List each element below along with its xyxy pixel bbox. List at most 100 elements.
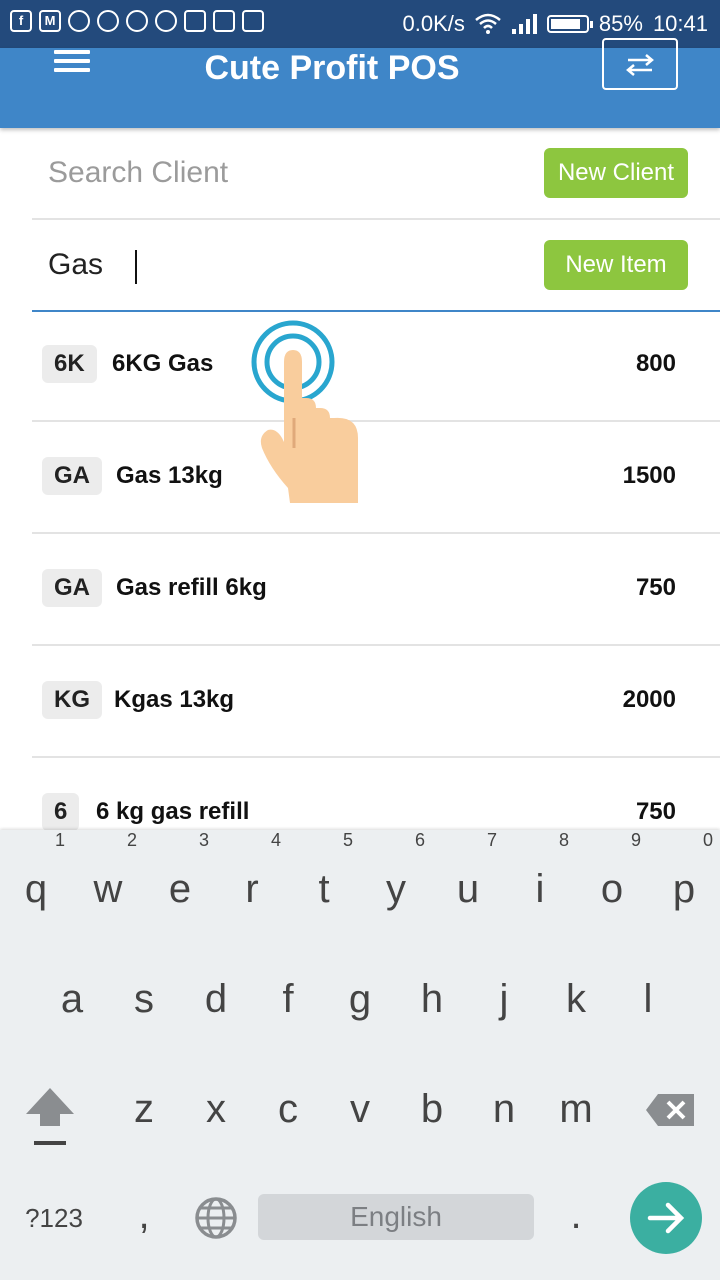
key-label: c xyxy=(278,1087,298,1131)
key-number-hint: 4 xyxy=(270,830,281,850)
wifi-icon xyxy=(475,13,501,34)
key-i[interactable]: i8 xyxy=(504,830,576,914)
comma-key[interactable]: , xyxy=(108,1190,180,1240)
key-l[interactable]: l xyxy=(612,974,684,1024)
key-label: n xyxy=(492,1087,516,1131)
key-k[interactable]: k xyxy=(540,974,612,1024)
item-price: 750 xyxy=(635,798,676,825)
key-z[interactable]: z xyxy=(108,1084,180,1134)
key-s[interactable]: s xyxy=(108,974,180,1024)
item-price: 750 xyxy=(635,574,676,601)
cast-icon xyxy=(213,10,235,32)
key-label: u xyxy=(456,867,480,911)
system-status: 0.0K/s 85% 10:41 xyxy=(403,11,708,37)
space-bar[interactable]: English xyxy=(258,1194,534,1240)
key-label: m xyxy=(559,1087,593,1131)
key-t[interactable]: t5 xyxy=(288,830,360,914)
key-p[interactable]: p0 xyxy=(648,830,720,914)
key-e[interactable]: e3 xyxy=(144,830,216,914)
key-label: i xyxy=(535,867,545,911)
enter-key[interactable] xyxy=(630,1182,702,1254)
key-n[interactable]: n xyxy=(468,1084,540,1134)
item-code-badge: 6 xyxy=(42,793,80,831)
whatsapp-icon xyxy=(155,10,177,32)
gmail-icon: M xyxy=(39,10,61,32)
battery-percent: 85% xyxy=(598,11,643,36)
key-h[interactable]: h xyxy=(396,974,468,1024)
key-label: s xyxy=(134,977,154,1021)
key-r[interactable]: r4 xyxy=(216,830,288,914)
globe-icon[interactable] xyxy=(194,1196,238,1240)
key-a[interactable]: a xyxy=(36,974,108,1024)
key-label: j xyxy=(499,977,509,1021)
soft-keyboard: q1w2e3r4t5y6u7i8o9p0 asdfghjkl zxcvbnm ?… xyxy=(0,830,720,1280)
app-title: Cute Profit POS xyxy=(204,49,460,87)
symbols-key[interactable]: ?123 xyxy=(18,1193,90,1243)
key-label: f xyxy=(282,977,294,1021)
key-o[interactable]: o9 xyxy=(576,830,648,914)
item-code-badge: 6K xyxy=(42,345,97,383)
text-cursor xyxy=(135,250,137,284)
key-c[interactable]: c xyxy=(252,1084,324,1134)
key-label: r xyxy=(245,867,259,911)
item-search-row: New Item xyxy=(32,220,720,312)
key-u[interactable]: u7 xyxy=(432,830,504,914)
item-price: 2000 xyxy=(622,686,676,713)
key-x[interactable]: x xyxy=(180,1084,252,1134)
swap-button[interactable] xyxy=(602,38,678,90)
item-code-badge: GA xyxy=(42,569,102,607)
key-label: x xyxy=(206,1087,226,1131)
key-q[interactable]: q1 xyxy=(0,830,72,914)
calendar-icon xyxy=(242,10,264,32)
key-b[interactable]: b xyxy=(396,1084,468,1134)
clock: 10:41 xyxy=(652,11,708,36)
backspace-key-icon[interactable] xyxy=(644,1092,696,1128)
facebook-icon: f xyxy=(10,10,32,32)
shift-key-icon[interactable] xyxy=(24,1086,76,1148)
item-search-input[interactable] xyxy=(48,242,518,288)
item-name: Gas refill 6kg xyxy=(116,574,267,601)
item-name: 6 kg gas refill xyxy=(96,798,250,825)
item-name: 6KG Gas xyxy=(112,350,214,377)
keyboard-icon xyxy=(184,10,206,32)
client-search-row: New Client xyxy=(32,128,720,220)
key-label: q xyxy=(24,867,48,911)
key-m[interactable]: m xyxy=(540,1084,612,1134)
key-d[interactable]: d xyxy=(180,974,252,1024)
app-icon xyxy=(97,10,119,32)
new-client-button[interactable]: New Client xyxy=(544,148,688,198)
list-item[interactable]: 6K 6KG Gas 800 xyxy=(32,310,720,422)
key-v[interactable]: v xyxy=(324,1084,396,1134)
key-label: h xyxy=(420,977,444,1021)
key-number-hint: 8 xyxy=(558,830,569,850)
item-price: 800 xyxy=(635,350,676,377)
key-g[interactable]: g xyxy=(324,974,396,1024)
key-y[interactable]: y6 xyxy=(360,830,432,914)
key-f[interactable]: f xyxy=(252,974,324,1024)
key-label: k xyxy=(566,977,586,1021)
new-item-button[interactable]: New Item xyxy=(544,240,688,290)
notification-icons: f M xyxy=(10,10,264,32)
key-label: y xyxy=(386,867,406,911)
key-number-hint: 6 xyxy=(414,830,425,850)
list-item[interactable]: GA Gas refill 6kg 750 xyxy=(32,534,720,646)
period-key[interactable]: . xyxy=(540,1190,612,1240)
key-number-hint: 3 xyxy=(198,830,209,850)
tap-hand-icon xyxy=(251,320,358,503)
key-label: v xyxy=(350,1087,370,1131)
item-price: 1500 xyxy=(622,462,676,489)
item-list: 6K 6KG Gas 800 GA Gas 13kg 1500 GA Gas r… xyxy=(32,310,720,870)
key-number-hint: 2 xyxy=(126,830,137,850)
swap-icon xyxy=(626,53,654,76)
list-item[interactable]: KG Kgas 13kg 2000 xyxy=(32,646,720,758)
key-label: t xyxy=(318,867,330,911)
key-w[interactable]: w2 xyxy=(72,830,144,914)
key-label: w xyxy=(93,867,123,911)
key-j[interactable]: j xyxy=(468,974,540,1024)
key-label: e xyxy=(168,867,192,911)
key-number-hint: 1 xyxy=(54,830,65,850)
list-item[interactable]: GA Gas 13kg 1500 xyxy=(32,422,720,534)
search-client-input[interactable] xyxy=(48,150,518,196)
key-number-hint: 7 xyxy=(486,830,497,850)
arrow-right-icon xyxy=(647,1202,685,1234)
